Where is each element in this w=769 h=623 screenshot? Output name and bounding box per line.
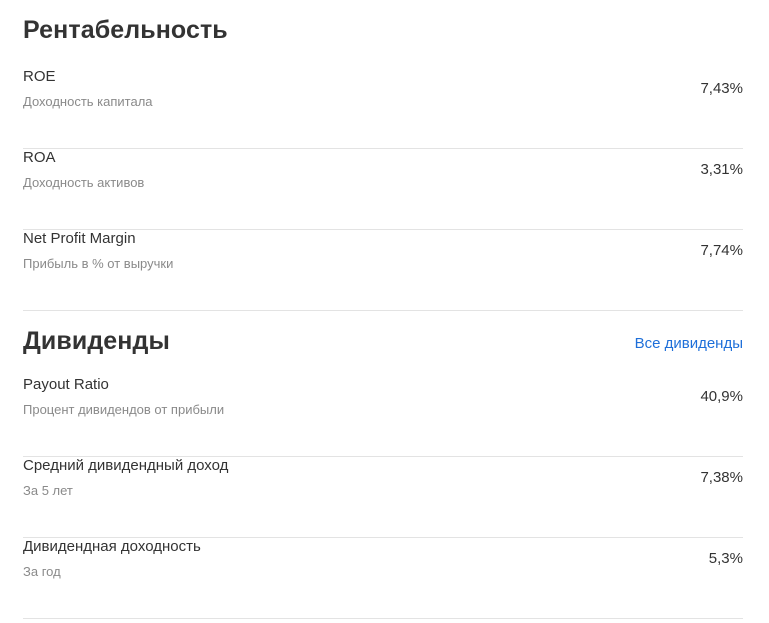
metric-description: За год — [23, 564, 61, 579]
metric-value: 3,31% — [700, 161, 743, 178]
metric-label: Дивидендная доходность — [23, 538, 201, 555]
dividends-list: Payout Ratio Процент дивидендов от прибы… — [23, 376, 743, 619]
dividends-title: Дивиденды — [23, 326, 170, 355]
profitability-header: Рентабельность — [23, 12, 743, 48]
metric-description: Прибыль в % от выручки — [23, 256, 174, 271]
dividends-section: Дивиденды Все дивиденды Payout Ratio Про… — [23, 323, 743, 619]
metric-row-roa[interactable]: ROA Доходность активов 3,31% — [23, 149, 743, 230]
metric-value: 40,9% — [700, 388, 743, 405]
profitability-title: Рентабельность — [23, 15, 228, 44]
dividends-header: Дивиденды Все дивиденды — [23, 323, 743, 359]
profitability-list: ROE Доходность капитала 7,43% ROA Доходн… — [23, 68, 743, 311]
metric-row-roe[interactable]: ROE Доходность капитала 7,43% — [23, 68, 743, 149]
metric-label: Net Profit Margin — [23, 230, 136, 247]
metric-row-dividend-yield[interactable]: Дивидендная доходность За год 5,3% — [23, 538, 743, 619]
metric-label: ROE — [23, 68, 56, 85]
metric-value: 7,38% — [700, 469, 743, 486]
metric-value: 7,74% — [700, 242, 743, 259]
metric-label: Payout Ratio — [23, 376, 109, 393]
metric-description: Доходность капитала — [23, 94, 153, 109]
all-dividends-link[interactable]: Все дивиденды — [635, 335, 743, 352]
metric-row-net-profit-margin[interactable]: Net Profit Margin Прибыль в % от выручки… — [23, 230, 743, 311]
metric-value: 5,3% — [708, 550, 743, 567]
profitability-section: Рентабельность ROE Доходность капитала 7… — [23, 12, 743, 311]
metric-description: Процент дивидендов от прибыли — [23, 402, 225, 417]
metric-row-average-dividend-yield[interactable]: Средний дивидендный доход За 5 лет 7,38% — [23, 457, 743, 538]
metric-value: 7,43% — [700, 80, 743, 97]
metric-row-payout-ratio[interactable]: Payout Ratio Процент дивидендов от прибы… — [23, 376, 743, 457]
metric-label: Средний дивидендный доход — [23, 457, 229, 474]
metric-description: Доходность активов — [23, 175, 145, 190]
metric-label: ROA — [23, 149, 56, 166]
metric-description: За 5 лет — [23, 483, 73, 498]
